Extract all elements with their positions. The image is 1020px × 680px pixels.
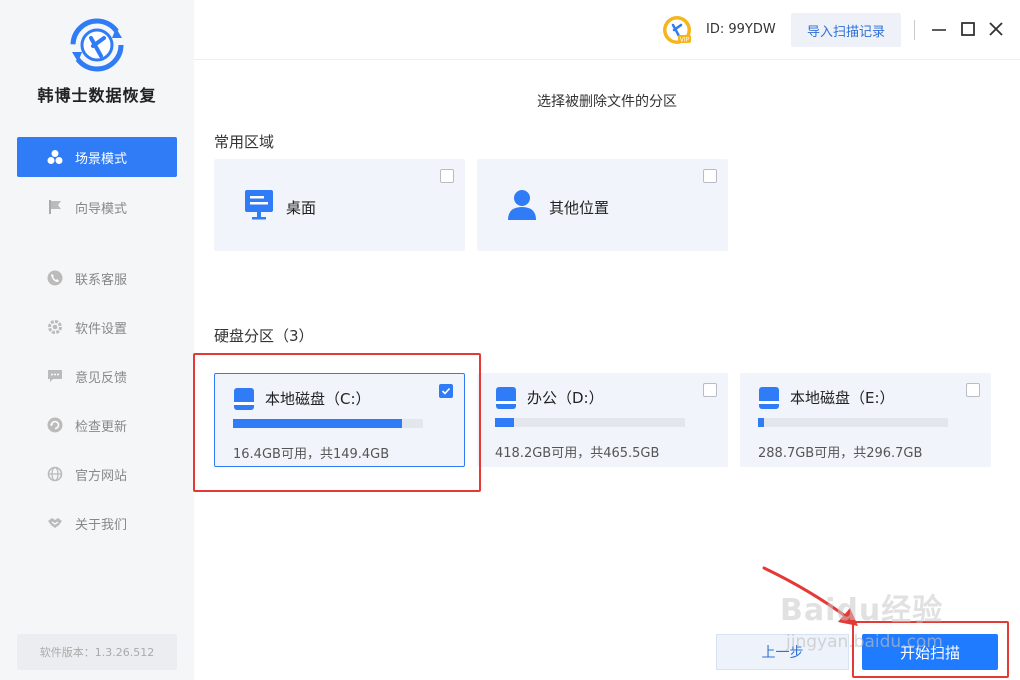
page-title: 选择被删除文件的分区	[537, 94, 677, 110]
app-logo-icon	[70, 18, 124, 72]
user-icon	[508, 190, 536, 220]
sidebar-item-scene-mode[interactable]: 场景模式	[17, 137, 177, 177]
chat-icon	[47, 368, 63, 384]
disk-usage-fill	[758, 418, 764, 427]
disk-card-e[interactable]: 本地磁盘（E:） 288.7GB可用，共296.7GB	[740, 373, 991, 467]
sidebar-item-label: 意见反馈	[75, 370, 128, 386]
sidebar-item-label: 官方网站	[75, 468, 128, 484]
watermark-url: jingyan.baidu.com	[786, 632, 943, 652]
sidebar-item-label: 向导模式	[75, 201, 128, 217]
divider	[914, 20, 915, 40]
sidebar-item-website[interactable]: 官方网站	[17, 454, 177, 494]
disk-section-title: 硬盘分区（3）	[214, 327, 314, 345]
sidebar-item-label: 检查更新	[75, 419, 128, 435]
maximize-icon	[961, 22, 975, 36]
sidebar-item-label: 软件设置	[75, 321, 128, 337]
common-area-title: 常用区域	[214, 133, 275, 151]
location-label: 桌面	[286, 199, 317, 217]
phone-icon	[47, 270, 63, 286]
disk-size: 288.7GB可用，共296.7GB	[758, 446, 923, 461]
user-id: ID: 99YDW	[706, 22, 776, 37]
hard-disk-icon	[496, 387, 516, 409]
disk-name: 本地磁盘（E:）	[790, 389, 895, 407]
watermark-brand: Baidu经验	[780, 593, 944, 628]
hard-disk-icon	[759, 387, 779, 409]
maximize-button[interactable]	[957, 18, 979, 40]
vip-badge: VIP	[680, 37, 690, 44]
close-icon	[989, 22, 1003, 36]
cluster-icon	[47, 149, 63, 165]
sidebar-item-label: 关于我们	[75, 517, 128, 533]
gear-icon	[47, 319, 63, 335]
location-card-other[interactable]: 其他位置	[477, 159, 728, 251]
app-name: 韩博士数据恢复	[37, 86, 157, 105]
handshake-icon	[47, 515, 63, 531]
disk-name: 办公（D:）	[527, 389, 604, 407]
sidebar-item-settings[interactable]: 软件设置	[17, 307, 177, 347]
sidebar: 韩博士数据恢复 场景模式 向导模式 联系客服 软件设置 意见反馈 检查更新 官方…	[0, 0, 194, 680]
sidebar-item-feedback[interactable]: 意见反馈	[17, 356, 177, 396]
version-label: 软件版本：1.3.26.512	[17, 634, 177, 670]
highlight-box-disk	[193, 353, 481, 492]
flag-icon	[47, 199, 63, 215]
sidebar-item-label: 场景模式	[75, 151, 128, 167]
location-card-desktop[interactable]: 桌面	[214, 159, 465, 251]
sidebar-item-guide-mode[interactable]: 向导模式	[17, 187, 177, 227]
sidebar-item-update[interactable]: 检查更新	[17, 405, 177, 445]
disk-card-d[interactable]: 办公（D:） 418.2GB可用，共465.5GB	[477, 373, 728, 467]
disk-usage-fill	[495, 418, 514, 427]
refresh-icon	[47, 417, 63, 433]
disk-usage-bar	[758, 418, 948, 427]
location-checkbox[interactable]	[703, 169, 717, 183]
import-scan-record-button[interactable]: 导入扫描记录	[791, 13, 901, 47]
disk-usage-bar	[495, 418, 685, 427]
location-checkbox[interactable]	[440, 169, 454, 183]
minimize-button[interactable]	[928, 18, 950, 40]
monitor-icon	[245, 190, 273, 220]
disk-checkbox[interactable]	[966, 383, 980, 397]
sidebar-item-contact[interactable]: 联系客服	[17, 258, 177, 298]
vip-avatar-icon: VIP	[663, 16, 691, 44]
globe-icon	[47, 466, 63, 482]
sidebar-item-about[interactable]: 关于我们	[17, 503, 177, 543]
disk-size: 418.2GB可用，共465.5GB	[495, 446, 660, 461]
sidebar-item-label: 联系客服	[75, 272, 128, 288]
top-bar: VIP ID: 99YDW 导入扫描记录	[194, 0, 1020, 60]
close-button[interactable]	[985, 18, 1007, 40]
location-label: 其他位置	[549, 199, 610, 217]
disk-checkbox[interactable]	[703, 383, 717, 397]
minimize-icon	[932, 29, 946, 31]
